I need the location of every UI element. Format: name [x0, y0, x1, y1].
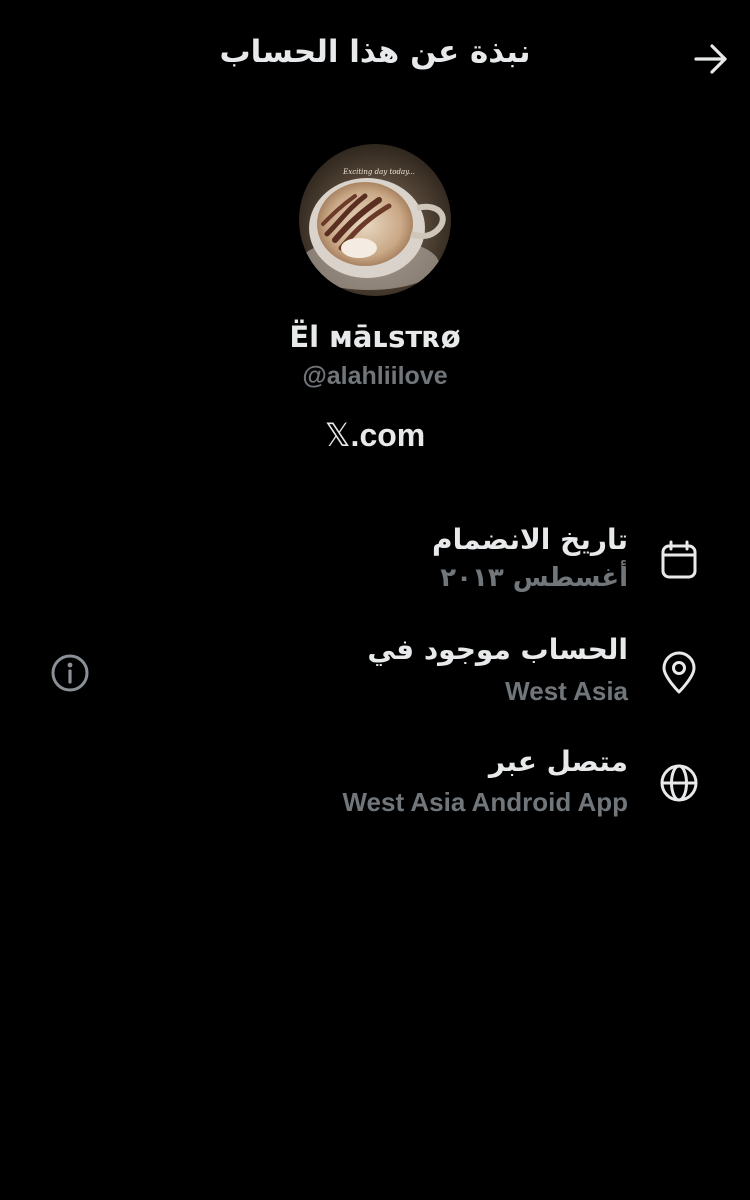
arrow-right-icon	[694, 44, 727, 74]
site-domain: .com	[350, 417, 426, 453]
x-logo-icon: 𝕏	[324, 416, 351, 454]
info-row-connected-via: متصل عبر West Asia Android App	[0, 742, 750, 832]
username-handle[interactable]: @alahliilove	[0, 362, 750, 391]
location-label: الحساب موجود في	[367, 633, 628, 666]
back-button[interactable]	[686, 36, 736, 82]
connected-via-label: متصل عبر	[488, 745, 628, 778]
avatar-image: Exciting day today...	[299, 144, 451, 296]
page-title: نبذة عن هذا الحساب	[219, 34, 531, 70]
join-date-label: تاريخ الانضمام	[432, 523, 628, 556]
location-pin-icon	[662, 651, 696, 694]
location-value: West Asia	[505, 676, 628, 706]
info-row-location: الحساب موجود في West Asia	[0, 630, 750, 720]
connected-via-value: West Asia Android App	[342, 787, 628, 817]
avatar[interactable]: Exciting day today...	[299, 144, 451, 296]
calendar-icon	[661, 540, 697, 579]
join-date-value: أغسطس ٢٠١٣	[440, 563, 628, 593]
info-row-join-date: تاريخ الانضمام أغسطس ٢٠١٣	[0, 520, 750, 610]
info-icon	[51, 654, 89, 692]
x-com-link[interactable]: 𝕏.com	[0, 416, 750, 454]
globe-icon	[660, 764, 698, 802]
display-name: Ël ᴍāʟsᴛʀø	[289, 320, 461, 354]
avatar-caption: Exciting day today...	[342, 168, 415, 176]
info-button[interactable]	[49, 652, 91, 694]
top-bar: نبذة عن هذا الحساب	[0, 0, 750, 118]
